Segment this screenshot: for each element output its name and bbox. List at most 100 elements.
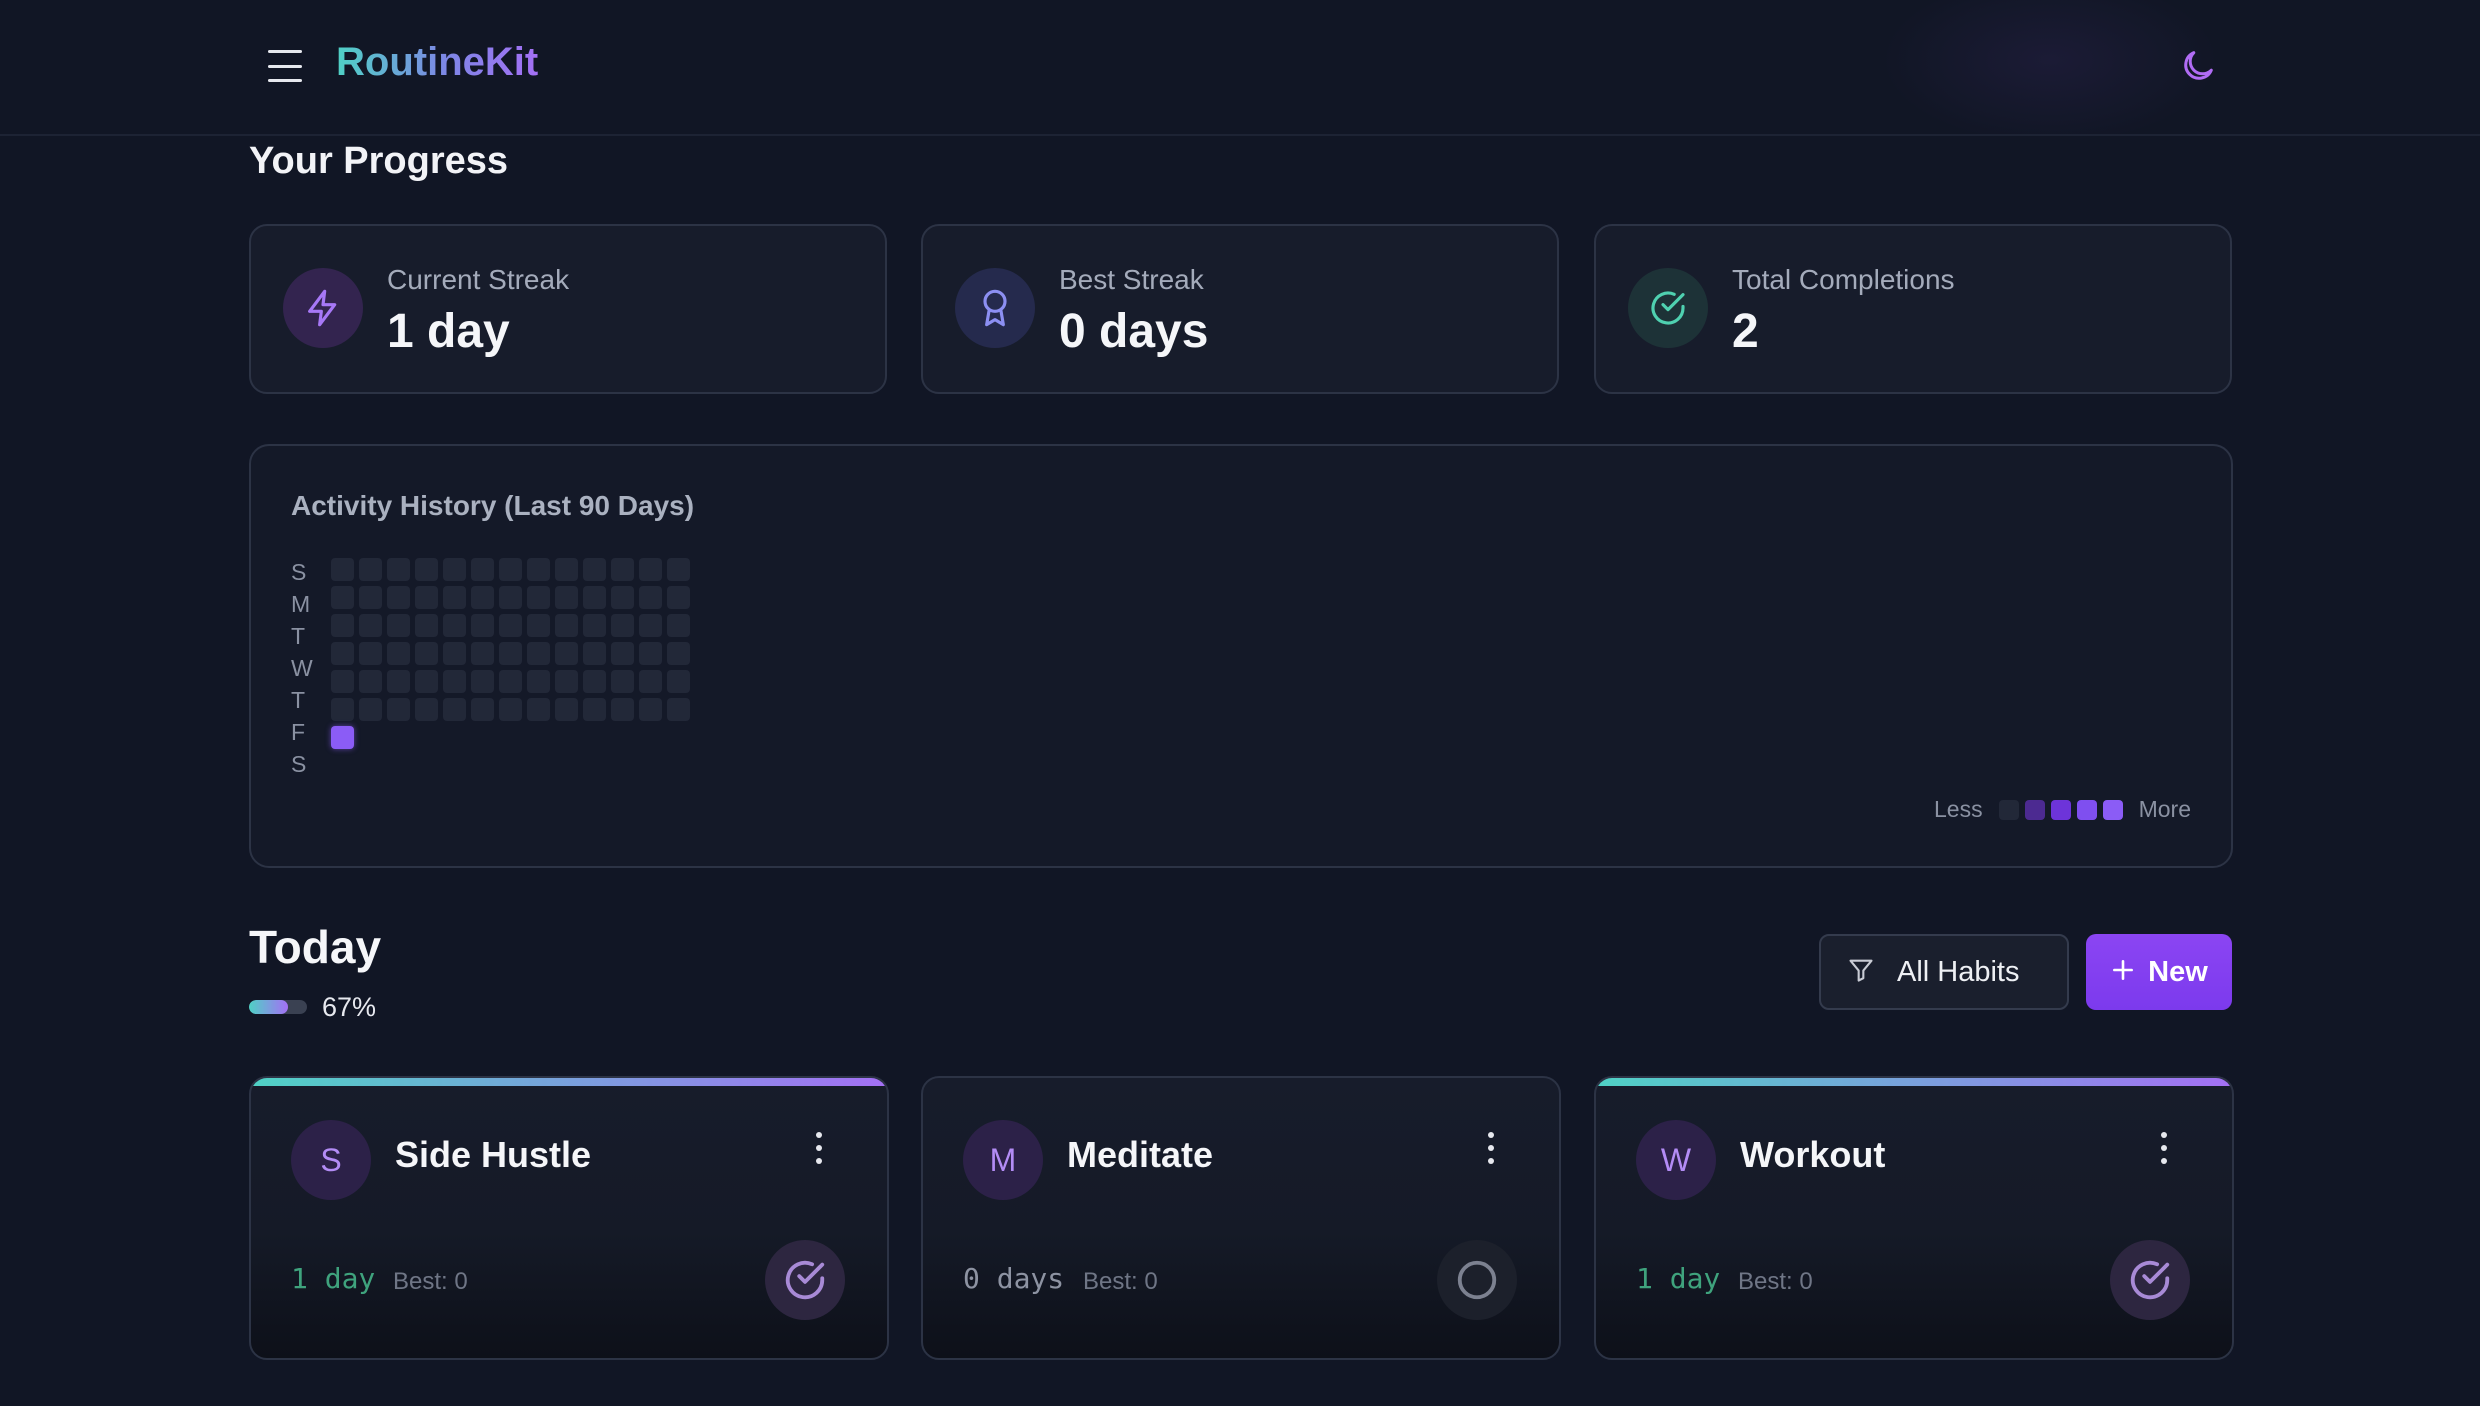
today-progress-text: 67% [322, 992, 377, 1022]
today-title: Today [249, 921, 382, 973]
moon-icon[interactable] [2178, 44, 2218, 88]
check-circle-icon [2130, 1260, 2170, 1300]
day-labels: S M T W T F S [291, 560, 313, 784]
heatmap-cell [443, 642, 466, 665]
stat-card-best-streak: Best Streak 0 days [921, 224, 1559, 394]
heatmap-cell [583, 698, 606, 721]
heatmap-cell [583, 586, 606, 609]
stat-value: 0 days [1059, 305, 1209, 358]
legend-swatch [2024, 799, 2045, 820]
habit-card[interactable]: W Workout 1 day Best: 0 [1594, 1076, 2234, 1360]
heatmap-cell [331, 698, 354, 721]
more-options-icon[interactable] [2158, 1132, 2170, 1164]
complete-toggle-button[interactable] [1437, 1240, 1517, 1320]
habit-streak: 0 days [963, 1262, 1065, 1295]
habit-card[interactable]: M Meditate 0 days Best: 0 [921, 1076, 1561, 1360]
filter-button[interactable]: All Habits [1819, 934, 2069, 1010]
habit-best: Best: 0 [393, 1268, 468, 1295]
day-label: T [291, 687, 306, 713]
heatmap-cell [415, 558, 438, 581]
stat-card-current-streak: Current Streak 1 day [249, 224, 887, 394]
habit-streak: 1 day [291, 1262, 376, 1295]
heatmap-cell [471, 586, 494, 609]
heatmap-cell [611, 698, 634, 721]
more-options-icon[interactable] [813, 1132, 825, 1164]
habit-avatar: W [1636, 1120, 1716, 1200]
heatmap-cell [415, 614, 438, 637]
heatmap-cell [639, 614, 662, 637]
heatmap-cell [415, 642, 438, 665]
heatmap-cell [555, 614, 578, 637]
stat-label: Current Streak [387, 264, 570, 295]
heatmap-cell [331, 558, 354, 581]
heatmap-cell [387, 670, 410, 693]
complete-toggle-button[interactable] [2110, 1240, 2190, 1320]
day-label: W [291, 655, 313, 681]
habit-avatar: S [291, 1120, 371, 1200]
day-label: S [291, 751, 307, 777]
heatmap-cell [387, 698, 410, 721]
day-label: S [291, 559, 307, 585]
habit-card[interactable]: S Side Hustle 1 day Best: 0 [249, 1076, 889, 1360]
heatmap-cell [667, 670, 690, 693]
heatmap-cell [331, 726, 354, 749]
heatmap-cell [443, 586, 466, 609]
plus-icon [2110, 957, 2136, 988]
check-circle-icon [1628, 268, 1708, 348]
heatmap-cell [359, 558, 382, 581]
heatmap-cell [639, 670, 662, 693]
heatmap-cell [527, 614, 550, 637]
heatmap-cell [471, 614, 494, 637]
complete-toggle-button[interactable] [765, 1240, 845, 1320]
heatmap-cell [387, 614, 410, 637]
heatmap-cell [387, 586, 410, 609]
heatmap-cell [415, 586, 438, 609]
legend-swatch [1998, 799, 2019, 820]
empty-circle-icon [1457, 1260, 1497, 1300]
heatmap-cell [443, 558, 466, 581]
heatmap-cell [387, 558, 410, 581]
heatmap-legend: Less More [1934, 796, 2191, 823]
legend-less-label: Less [1934, 796, 1983, 822]
heatmap-cell [331, 614, 354, 637]
heatmap-cell [471, 558, 494, 581]
heatmap-cell [527, 698, 550, 721]
filter-icon [1847, 956, 1875, 989]
brand-logo[interactable]: RoutineKit [336, 40, 538, 85]
heatmap-cell [527, 670, 550, 693]
habit-avatar: M [963, 1120, 1043, 1200]
legend-swatch [2102, 799, 2123, 820]
day-label: F [291, 719, 306, 745]
heatmap-cell [331, 670, 354, 693]
menu-icon[interactable] [268, 50, 302, 82]
heatmap-cell [471, 670, 494, 693]
habit-streak: 1 day [1636, 1262, 1721, 1295]
bolt-icon [283, 268, 363, 348]
heatmap-cell [443, 670, 466, 693]
heatmap-cell [387, 642, 410, 665]
habit-name: Side Hustle [395, 1134, 592, 1175]
heatmap-cell [499, 698, 522, 721]
award-icon [955, 268, 1035, 348]
heatmap-cell [527, 642, 550, 665]
heatmap-cell [471, 698, 494, 721]
heatmap-cell [415, 670, 438, 693]
heatmap-cell [331, 586, 354, 609]
new-habit-button[interactable]: New [2086, 934, 2232, 1010]
habit-name: Workout [1740, 1134, 1886, 1175]
more-options-icon[interactable] [1485, 1132, 1497, 1164]
heatmap-cell [471, 642, 494, 665]
heatmap-cell [443, 614, 466, 637]
heatmap-cell [667, 698, 690, 721]
heatmap-cell [611, 670, 634, 693]
today-progress-bar [249, 1000, 307, 1014]
heatmap-cell [415, 698, 438, 721]
stat-label: Total Completions [1732, 264, 1955, 295]
stat-value: 2 [1732, 305, 1759, 358]
habit-best: Best: 0 [1083, 1268, 1158, 1295]
new-habit-label: New [2148, 955, 2208, 988]
heatmap-cell [639, 558, 662, 581]
heatmap-cell [359, 586, 382, 609]
heatmap-cell [555, 642, 578, 665]
habit-best: Best: 0 [1738, 1268, 1813, 1295]
